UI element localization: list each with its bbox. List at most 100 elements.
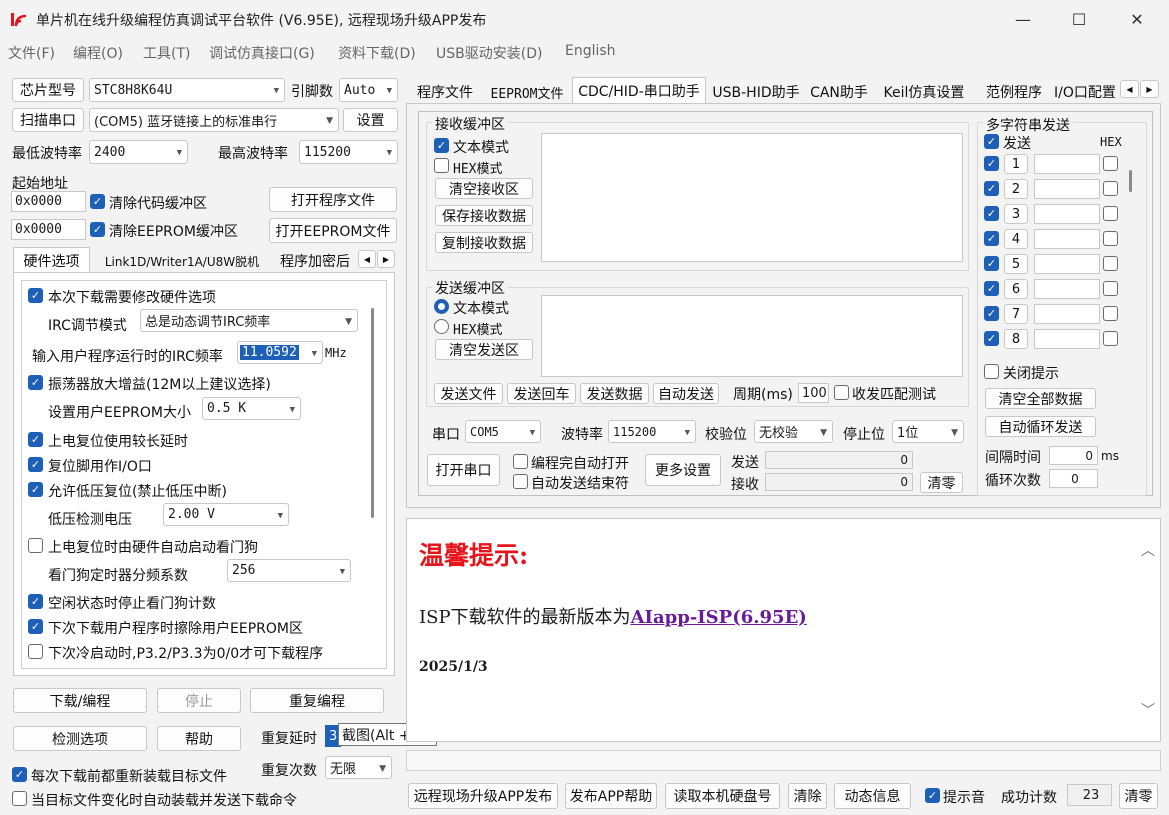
clear-send-button[interactable]: 清空发送区 <box>435 339 533 360</box>
tab-hardware-options[interactable]: 硬件选项 <box>13 247 90 273</box>
multi-row-send-button[interactable]: 1 <box>1004 154 1028 174</box>
tab-link1d[interactable]: Link1D/Writer1A/U8W脱机 <box>92 249 272 273</box>
scan-port-button[interactable]: 扫描串口 <box>12 108 84 132</box>
clear-info-button[interactable]: 清除 <box>788 783 827 809</box>
multi-row-hex-checkbox[interactable] <box>1103 256 1118 271</box>
multi-row-input[interactable] <box>1034 329 1100 349</box>
port-settings-button[interactable]: 设置 <box>343 108 398 132</box>
repeat-program-button[interactable]: 重复编程 <box>250 688 384 713</box>
start-addr-input[interactable]: 0x0000 <box>11 191 86 212</box>
multi-row-send-button[interactable]: 8 <box>1004 329 1028 349</box>
tab-scroll-right-icon[interactable]: ▶ <box>377 250 395 268</box>
repeat-count-select[interactable]: 无限 ▼ <box>325 756 392 779</box>
wdt-div-select[interactable]: 256 ▼ <box>227 559 351 582</box>
right-tab-scroll-right-icon[interactable]: ▶ <box>1140 80 1159 98</box>
multi-row-send-button[interactable]: 4 <box>1004 229 1028 249</box>
copy-recv-button[interactable]: 复制接收数据 <box>435 232 533 253</box>
tab-io-config[interactable]: I/O口配置 <box>1054 80 1118 104</box>
multi-row-hex-checkbox[interactable] <box>1103 306 1118 321</box>
beep-checkbox[interactable]: ✓ <box>925 788 940 803</box>
send-file-button[interactable]: 发送文件 <box>434 383 503 404</box>
app-help-button[interactable]: 发布APP帮助 <box>565 783 657 809</box>
send-hex-mode-radio[interactable] <box>434 319 449 334</box>
open-eeprom-file-button[interactable]: 打开EEPROM文件 <box>269 218 397 243</box>
multi-scrollbar[interactable] <box>1129 170 1132 192</box>
port-select[interactable]: (COM5) 蓝牙链接上的标准串行 ▼ <box>89 108 339 132</box>
multi-row-send-button[interactable]: 6 <box>1004 279 1028 299</box>
multi-row-input[interactable] <box>1034 154 1100 174</box>
match-test-checkbox[interactable] <box>834 385 849 400</box>
chip-model-select[interactable]: STC8H8K64U ▼ <box>89 78 285 102</box>
multi-row-hex-checkbox[interactable] <box>1103 156 1118 171</box>
multi-row-send-checkbox[interactable]: ✓ <box>984 281 999 296</box>
tab-examples[interactable]: 范例程序 <box>980 80 1048 104</box>
multi-row-send-checkbox[interactable]: ✓ <box>984 331 999 346</box>
multi-row-hex-checkbox[interactable] <box>1103 231 1118 246</box>
download-button[interactable]: 下载/编程 <box>13 688 147 713</box>
auto-wdt-checkbox[interactable] <box>28 538 43 553</box>
multi-row-hex-checkbox[interactable] <box>1103 331 1118 346</box>
serial-port-select[interactable]: COM5 ▼ <box>465 420 541 443</box>
idle-stop-wdt-checkbox[interactable]: ✓ <box>28 594 43 609</box>
open-program-file-button[interactable]: 打开程序文件 <box>269 187 397 212</box>
multi-row-send-checkbox[interactable]: ✓ <box>984 256 999 271</box>
lvd-select[interactable]: 2.00 V ▼ <box>163 503 289 526</box>
multi-row-input[interactable] <box>1034 229 1100 249</box>
send-cr-button[interactable]: 发送回车 <box>507 383 576 404</box>
long-delay-checkbox[interactable]: ✓ <box>28 432 43 447</box>
multi-row-send-checkbox[interactable]: ✓ <box>984 306 999 321</box>
menu-program[interactable]: 编程(O) <box>73 43 123 63</box>
more-settings-button[interactable]: 更多设置 <box>645 454 721 486</box>
tab-scroll-left-icon[interactable]: ◀ <box>358 250 376 268</box>
multi-row-send-button[interactable]: 7 <box>1004 304 1028 324</box>
tab-can[interactable]: CAN助手 <box>807 80 871 104</box>
multi-row-input[interactable] <box>1034 254 1100 274</box>
clear-eeprom-checkbox[interactable]: ✓ <box>90 222 105 237</box>
stop-button[interactable]: 停止 <box>157 688 241 713</box>
send-text-mode-radio[interactable] <box>434 299 449 314</box>
pins-select[interactable]: Auto ▼ <box>339 78 398 102</box>
reload-checkbox[interactable]: ✓ <box>12 767 27 782</box>
recv-textarea[interactable] <box>541 133 963 262</box>
multi-row-input[interactable] <box>1034 179 1100 199</box>
clear-recv-button[interactable]: 清空接收区 <box>435 178 533 199</box>
low-volt-reset-checkbox[interactable]: ✓ <box>28 482 43 497</box>
cold-start-checkbox[interactable] <box>28 644 43 659</box>
close-button[interactable]: ✕ <box>1114 4 1160 34</box>
remote-upgrade-button[interactable]: 远程现场升级APP发布 <box>408 783 558 809</box>
read-hdd-button[interactable]: 读取本机硬盘号 <box>665 783 780 809</box>
multi-row-input[interactable] <box>1034 204 1100 224</box>
eeprom-addr-input[interactable]: 0x0000 <box>11 219 86 240</box>
auto-loop-send-button[interactable]: 自动循环发送 <box>985 416 1096 437</box>
tab-encrypt[interactable]: 程序加密后 <box>280 249 360 273</box>
info-scroll-up-icon[interactable]: ︿ <box>1141 540 1155 560</box>
maximize-button[interactable]: ☐ <box>1056 4 1102 34</box>
send-data-button[interactable]: 发送数据 <box>580 383 649 404</box>
multi-row-send-button[interactable]: 2 <box>1004 179 1028 199</box>
tab-cdc-hid-serial[interactable]: CDC/HID-串口助手 <box>572 77 706 104</box>
minimize-button[interactable]: — <box>1000 4 1046 34</box>
clear-code-checkbox[interactable]: ✓ <box>90 194 105 209</box>
options-scrollbar[interactable] <box>371 308 374 518</box>
menu-english[interactable]: English <box>565 43 616 59</box>
recv-text-mode-checkbox[interactable]: ✓ <box>434 138 449 153</box>
save-recv-button[interactable]: 保存接收数据 <box>435 205 533 226</box>
chip-model-button[interactable]: 芯片型号 <box>12 78 84 102</box>
auto-send-end-checkbox[interactable] <box>513 474 528 489</box>
multi-row-input[interactable] <box>1034 279 1100 299</box>
loop-count-input[interactable]: 0 <box>1049 469 1098 488</box>
max-baud-select[interactable]: 115200 ▼ <box>299 140 398 164</box>
osc-gain-checkbox[interactable]: ✓ <box>28 375 43 390</box>
menu-tools[interactable]: 工具(T) <box>143 43 190 63</box>
multi-row-send-checkbox[interactable]: ✓ <box>984 181 999 196</box>
multi-send-all-checkbox[interactable]: ✓ <box>984 134 999 149</box>
interval-input[interactable]: 0 <box>1049 446 1098 465</box>
tab-eeprom-file[interactable]: EEPROM文件 <box>484 80 570 104</box>
tab-program-file[interactable]: 程序文件 <box>410 80 480 104</box>
menu-usb-driver[interactable]: USB驱动安装(D) <box>436 43 542 63</box>
irc-freq-select[interactable]: 11.0592 ▼ <box>237 341 323 364</box>
check-options-button[interactable]: 检测选项 <box>13 726 147 751</box>
multi-row-send-button[interactable]: 5 <box>1004 254 1028 274</box>
tab-usb-hid[interactable]: USB-HID助手 <box>709 80 803 104</box>
open-serial-button[interactable]: 打开串口 <box>427 454 500 486</box>
